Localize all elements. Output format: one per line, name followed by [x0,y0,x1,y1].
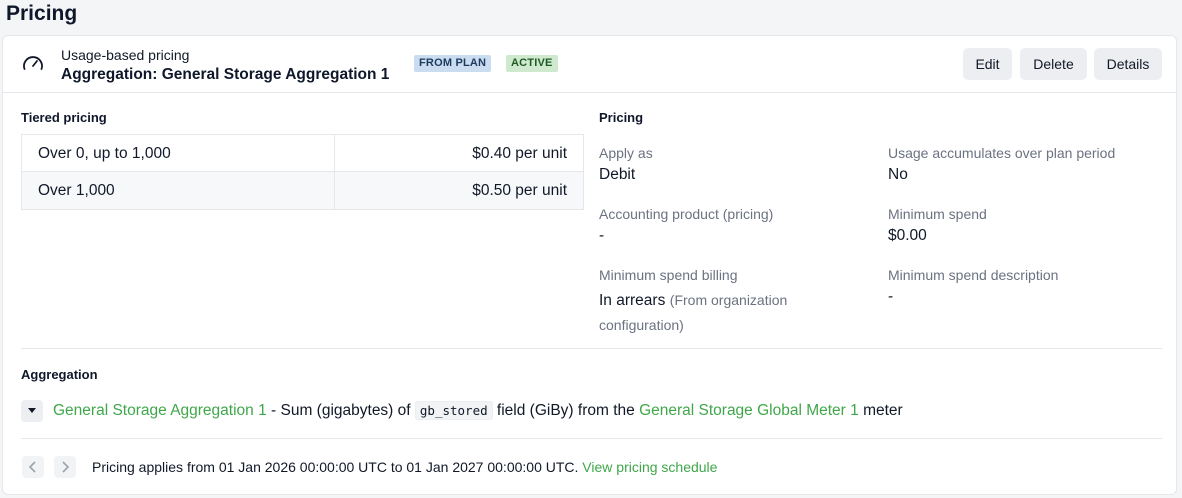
aggregation-text: - Sum (gigabytes) of [266,402,415,419]
minimum-spend-billing-value: In arrears (From organization configurat… [599,288,829,338]
apply-as-value: Debit [599,166,636,183]
billing-value: In arrears [599,292,666,309]
aggregation-text: field (GiBy) from the [492,402,640,419]
divider [21,438,1162,439]
aggregation-description: General Storage Aggregation 1 - Sum (gig… [53,400,903,422]
aggregation-text: meter [858,402,903,419]
minimum-spend-description-label: Minimum spend description [888,267,1059,283]
previous-schedule-button[interactable] [22,456,44,478]
view-pricing-schedule-link[interactable]: View pricing schedule [582,459,717,475]
gauge-icon [23,56,43,70]
delete-button[interactable]: Delete [1020,48,1087,80]
aggregation-expand-toggle[interactable] [21,400,43,422]
card-header: Usage-based pricing Aggregation: General… [3,36,1176,93]
pricing-title: Aggregation: General Storage Aggregation… [61,66,390,83]
accounting-product-value: - [599,227,605,244]
from-plan-badge: FROM PLAN [414,55,492,72]
minimum-spend-value: $0.00 [888,227,927,244]
accounting-product-label: Accounting product (pricing) [599,206,774,222]
meter-link[interactable]: General Storage Global Meter 1 [639,402,859,419]
tier-price: $0.40 per unit [472,145,567,162]
status-badge: ACTIVE [506,55,558,72]
edit-button[interactable]: Edit [963,48,1012,80]
caret-down-icon [28,408,36,413]
minimum-spend-label: Minimum spend [888,206,987,222]
aggregation-heading: Aggregation [21,367,98,382]
pricing-card: Usage-based pricing Aggregation: General… [2,35,1177,495]
usage-accumulates-value: No [888,166,908,183]
tiered-pricing-heading: Tiered pricing [21,110,107,125]
details-button[interactable]: Details [1094,48,1162,80]
pricing-heading: Pricing [599,110,644,125]
usage-accumulates-label: Usage accumulates over plan period [888,145,1116,161]
chevron-right-icon [62,461,70,473]
apply-as-label: Apply as [599,145,653,161]
tier-price: $0.50 per unit [472,182,567,199]
next-schedule-button[interactable] [54,456,76,478]
tier-range: Over 0, up to 1,000 [22,135,335,171]
tier-table: Over 0, up to 1,000 $0.40 per unit Over … [21,134,584,210]
aggregation-link[interactable]: General Storage Aggregation 1 [53,402,267,419]
pricing-type-label: Usage-based pricing [61,47,190,63]
divider [21,348,1162,349]
schedule-info: Pricing applies from 01 Jan 2026 00:00:0… [92,459,717,475]
field-code: gb_stored [414,401,493,420]
schedule-text: Pricing applies from 01 Jan 2026 00:00:0… [92,459,579,475]
tier-row: Over 1,000 $0.50 per unit [22,172,583,209]
minimum-spend-billing-label: Minimum spend billing [599,267,738,283]
chevron-left-icon [28,461,36,473]
tier-range: Over 1,000 [22,172,335,209]
minimum-spend-description-value: - [888,288,894,305]
tier-row: Over 0, up to 1,000 $0.40 per unit [22,135,583,172]
page-title: Pricing [6,2,78,25]
